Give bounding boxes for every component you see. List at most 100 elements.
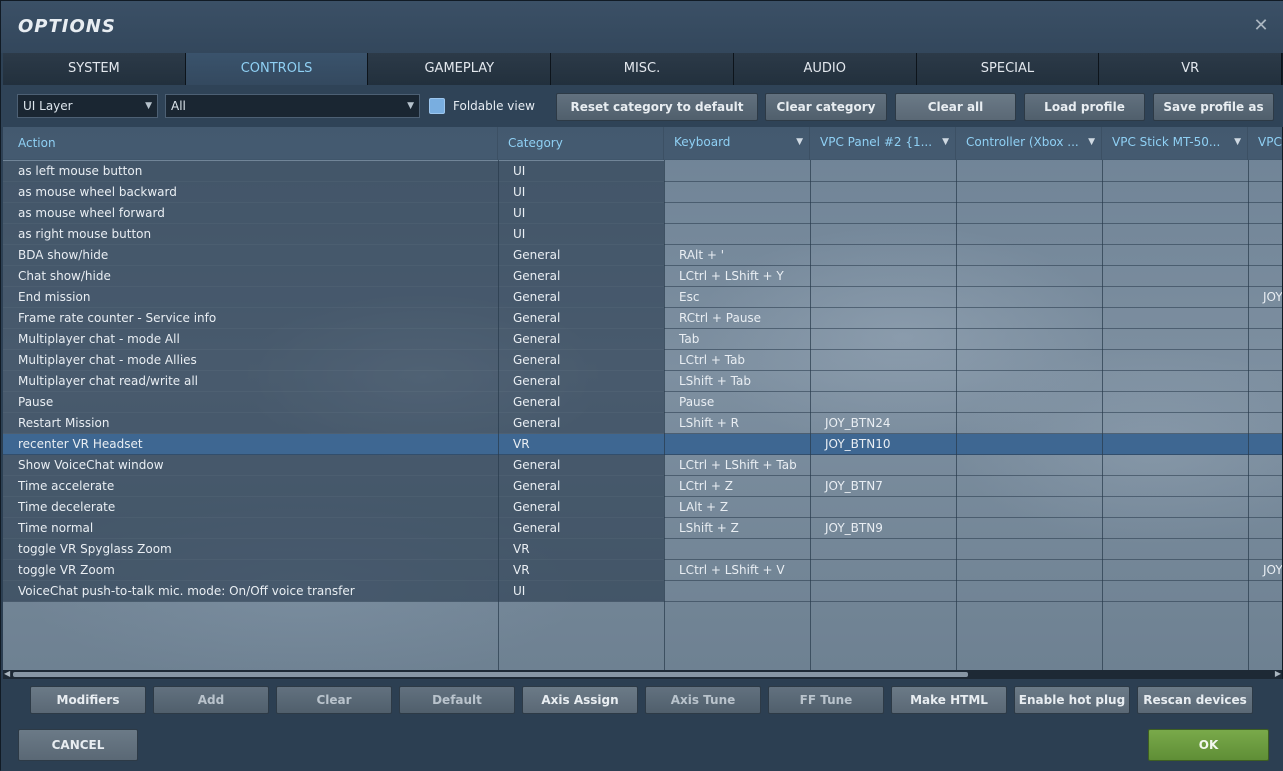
- cell-keyboard[interactable]: [664, 434, 810, 454]
- save-profile-button[interactable]: Save profile as: [1153, 93, 1274, 121]
- cell-vpc-panel[interactable]: [810, 287, 956, 307]
- default-button[interactable]: Default: [399, 686, 515, 714]
- table-row[interactable]: Multiplayer chat read/write all General LS…: [3, 371, 1282, 392]
- cell-vpc-panel[interactable]: JOY_BTN7: [810, 476, 956, 496]
- table-row[interactable]: Restart Mission General LShift + R JOY_BTN2…: [3, 413, 1282, 434]
- cell-keyboard[interactable]: LCtrl + LShift + Y: [664, 266, 810, 286]
- cell-vpc[interactable]: [1248, 539, 1282, 559]
- cell-vpc-stick[interactable]: [1102, 287, 1248, 307]
- table-row[interactable]: Multiplayer chat - mode Allies General LCt…: [3, 350, 1282, 371]
- column-header-controller[interactable]: Controller (Xbox ... ▼: [956, 127, 1102, 160]
- cell-action[interactable]: Multiplayer chat read/write all: [3, 371, 498, 391]
- cell-vpc-panel[interactable]: [810, 161, 956, 181]
- cell-category[interactable]: VR: [498, 539, 664, 559]
- cell-vpc-stick[interactable]: [1102, 224, 1248, 244]
- cell-controller[interactable]: [956, 560, 1102, 580]
- cell-category[interactable]: General: [498, 350, 664, 370]
- cell-vpc-panel[interactable]: [810, 245, 956, 265]
- cell-category[interactable]: General: [498, 518, 664, 538]
- cell-action[interactable]: recenter VR Headset: [3, 434, 498, 454]
- tab-controls[interactable]: CONTROLS: [185, 53, 369, 85]
- cell-controller[interactable]: [956, 476, 1102, 496]
- cell-vpc[interactable]: [1248, 245, 1282, 265]
- cell-controller[interactable]: [956, 182, 1102, 202]
- cell-action[interactable]: Show VoiceChat window: [3, 455, 498, 475]
- scroll-left-icon[interactable]: ◀: [4, 669, 10, 678]
- cell-category[interactable]: General: [498, 413, 664, 433]
- cell-vpc-stick[interactable]: [1102, 413, 1248, 433]
- cell-vpc[interactable]: [1248, 497, 1282, 517]
- cell-vpc-panel[interactable]: [810, 182, 956, 202]
- cell-vpc-stick[interactable]: [1102, 581, 1248, 601]
- load-profile-button[interactable]: Load profile: [1024, 93, 1145, 121]
- table-row[interactable]: Show VoiceChat window General LCtrl + LShi…: [3, 455, 1282, 476]
- cell-vpc[interactable]: [1248, 413, 1282, 433]
- cell-keyboard[interactable]: Esc: [664, 287, 810, 307]
- cell-controller[interactable]: [956, 392, 1102, 412]
- cell-category[interactable]: UI: [498, 182, 664, 202]
- table-row[interactable]: Time decelerate General LAlt + Z: [3, 497, 1282, 518]
- ok-button[interactable]: OK: [1148, 729, 1269, 761]
- clear-all-button[interactable]: Clear all: [895, 93, 1016, 121]
- cell-controller[interactable]: [956, 434, 1102, 454]
- tab-gameplay[interactable]: GAMEPLAY: [368, 53, 552, 85]
- cell-vpc-panel[interactable]: [810, 224, 956, 244]
- cell-controller[interactable]: [956, 161, 1102, 181]
- cell-vpc-panel[interactable]: [810, 329, 956, 349]
- cell-action[interactable]: VoiceChat push-to-talk mic. mode: On/Off…: [3, 581, 498, 601]
- column-header-vpc-panel[interactable]: VPC Panel #2 {1... ▼: [810, 127, 956, 160]
- cell-vpc[interactable]: [1248, 308, 1282, 328]
- cell-vpc[interactable]: [1248, 455, 1282, 475]
- cell-controller[interactable]: [956, 203, 1102, 223]
- scrollbar-thumb[interactable]: [13, 672, 968, 677]
- table-row[interactable]: BDA show/hide General RAlt + ': [3, 245, 1282, 266]
- cell-vpc-stick[interactable]: [1102, 392, 1248, 412]
- cell-keyboard[interactable]: RAlt + ': [664, 245, 810, 265]
- cell-vpc-stick[interactable]: [1102, 350, 1248, 370]
- clear-button[interactable]: Clear: [276, 686, 392, 714]
- cell-category[interactable]: UI: [498, 581, 664, 601]
- cell-vpc[interactable]: [1248, 350, 1282, 370]
- tab-system[interactable]: SYSTEM: [3, 53, 186, 85]
- cell-category[interactable]: General: [498, 308, 664, 328]
- close-icon[interactable]: ✕: [1250, 15, 1272, 37]
- cell-keyboard[interactable]: [664, 203, 810, 223]
- cell-vpc-stick[interactable]: [1102, 245, 1248, 265]
- cell-category[interactable]: VR: [498, 434, 664, 454]
- cell-keyboard[interactable]: LCtrl + Tab: [664, 350, 810, 370]
- reset-category-button[interactable]: Reset category to default: [556, 93, 758, 121]
- cell-category[interactable]: General: [498, 287, 664, 307]
- ff-tune-button[interactable]: FF Tune: [768, 686, 884, 714]
- cell-action[interactable]: as right mouse button: [3, 224, 498, 244]
- cell-controller[interactable]: [956, 581, 1102, 601]
- column-header-vpc[interactable]: VPC: [1248, 127, 1282, 160]
- cell-controller[interactable]: [956, 329, 1102, 349]
- cell-keyboard[interactable]: [664, 224, 810, 244]
- cell-controller[interactable]: [956, 224, 1102, 244]
- horizontal-scrollbar[interactable]: ◀ ▶: [3, 669, 1282, 679]
- cell-vpc-panel[interactable]: [810, 539, 956, 559]
- cell-vpc[interactable]: [1248, 434, 1282, 454]
- cell-keyboard[interactable]: Tab: [664, 329, 810, 349]
- table-row[interactable]: Time normal General LShift + Z JOY_BTN9: [3, 518, 1282, 539]
- layer-select[interactable]: UI Layer ▼: [17, 94, 158, 118]
- table-row[interactable]: as mouse wheel backward UI: [3, 182, 1282, 203]
- axis-assign-button[interactable]: Axis Assign: [522, 686, 638, 714]
- table-row[interactable]: End missionGeneralEsc JOY_: [3, 287, 1282, 308]
- table-row[interactable]: toggle VR ZoomVRLCtrl + LShift + V JOY_: [3, 560, 1282, 581]
- cell-vpc-stick[interactable]: [1102, 539, 1248, 559]
- cell-action[interactable]: Multiplayer chat - mode Allies: [3, 350, 498, 370]
- cell-vpc[interactable]: JOY_: [1248, 287, 1282, 307]
- cell-controller[interactable]: [956, 413, 1102, 433]
- cell-vpc[interactable]: [1248, 476, 1282, 496]
- cell-vpc[interactable]: [1248, 329, 1282, 349]
- cell-action[interactable]: Restart Mission: [3, 413, 498, 433]
- cell-keyboard[interactable]: [664, 581, 810, 601]
- cell-vpc[interactable]: [1248, 161, 1282, 181]
- cell-keyboard[interactable]: LAlt + Z: [664, 497, 810, 517]
- cell-category[interactable]: General: [498, 476, 664, 496]
- cell-vpc[interactable]: [1248, 203, 1282, 223]
- cell-category[interactable]: General: [498, 266, 664, 286]
- cell-vpc[interactable]: [1248, 182, 1282, 202]
- cell-keyboard[interactable]: [664, 161, 810, 181]
